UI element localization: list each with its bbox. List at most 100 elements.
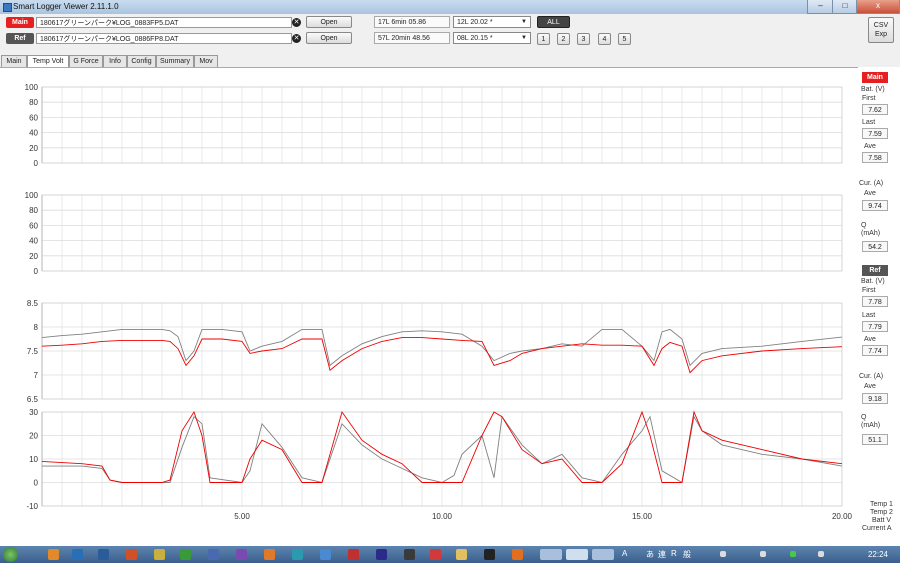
ime-indicator-3[interactable]: 連 <box>658 549 666 560</box>
main-last-value: 7.59 <box>862 128 888 139</box>
app-icon-5[interactable] <box>154 549 165 560</box>
browser-icon[interactable] <box>72 549 83 560</box>
y-tick-label: 20 <box>29 432 38 441</box>
tray-icon-3[interactable] <box>790 551 796 557</box>
ref-badge: Ref <box>862 265 888 276</box>
y-tick-label: 7.5 <box>27 347 39 356</box>
chart-svg[interactable]: 1008060402001008060402008.587.576.530201… <box>0 68 858 547</box>
ref-lap-value: 08L 20.15 * <box>457 35 493 42</box>
lap-button-1[interactable]: 1 <box>537 33 550 45</box>
taskbar: A あ 連 R 般 22:24 <box>0 546 900 563</box>
app-icon-12[interactable] <box>348 549 359 560</box>
main-info: 17L 6min 05.86 <box>374 16 450 28</box>
volume-icon[interactable] <box>818 551 824 557</box>
lap-button-2[interactable]: 2 <box>557 33 570 45</box>
tab-g-force[interactable]: G Force <box>69 55 103 67</box>
ime-indicator-2[interactable]: あ <box>646 549 654 560</box>
ime-indicator-4[interactable]: R <box>671 549 677 558</box>
y-tick-label: 60 <box>29 113 38 122</box>
lap-button-4[interactable]: 4 <box>598 33 611 45</box>
ime-indicator-1[interactable]: A <box>622 549 627 558</box>
firefox-icon[interactable] <box>512 549 523 560</box>
tab-summary[interactable]: Summary <box>156 55 194 67</box>
tray-icon-1[interactable] <box>720 551 726 557</box>
main-last-label: Last <box>862 119 876 126</box>
y-tick-label: 8.5 <box>27 299 39 308</box>
folder-icon[interactable] <box>456 549 467 560</box>
tab-info[interactable]: Info <box>103 55 127 67</box>
ref-last-value: 7.79 <box>862 321 888 332</box>
lap-button-3[interactable]: 3 <box>577 33 590 45</box>
legend-batt-v: Batt V <box>872 517 892 524</box>
start-button-icon[interactable] <box>3 547 18 562</box>
tab-mov[interactable]: Mov <box>194 55 218 67</box>
main-open-button[interactable]: Open <box>306 16 352 28</box>
main-ave-value: 7.58 <box>862 152 888 163</box>
window-title: Smart Logger Viewer 2.11.1.0 <box>13 2 119 11</box>
tab-config[interactable]: Config <box>127 55 156 67</box>
app-icon-7[interactable] <box>208 549 219 560</box>
y-tick-label: 8 <box>34 323 39 332</box>
maximize-button[interactable]: □ <box>832 0 858 14</box>
window-task-3[interactable] <box>592 549 614 560</box>
minimize-button[interactable]: – <box>807 0 834 14</box>
x-tick-label: 15.00 <box>632 512 653 521</box>
ref-tag-button[interactable]: Ref <box>6 33 34 44</box>
ref-q-label: Q (mAh) <box>861 414 881 429</box>
app-icon-8[interactable] <box>236 549 247 560</box>
main-cur-label: Cur. (A) <box>859 180 884 187</box>
y-tick-label: 0 <box>34 267 39 276</box>
ref-open-button[interactable]: Open <box>306 32 352 44</box>
main-q-label: Q (mAh) <box>861 222 881 237</box>
ref-ave-label: Ave <box>864 336 876 343</box>
chrome-icon[interactable] <box>48 549 59 560</box>
window-task-1[interactable] <box>540 549 562 560</box>
y-tick-label: 10 <box>29 455 38 464</box>
app-icon-6[interactable] <box>180 549 191 560</box>
main-q-value: 54.2 <box>862 241 888 252</box>
main-lap-select[interactable]: 12L 20.02 * ▼ <box>453 16 531 28</box>
lap-button-5[interactable]: 5 <box>618 33 631 45</box>
close-button[interactable]: x <box>856 0 900 14</box>
ref-lap-select[interactable]: 08L 20.15 * ▼ <box>453 32 531 44</box>
chart-area[interactable]: 100 80 60 40 20 0 100 80 60 40 20 0 8.5 8 7.5 7 6.5 30 20 1… <box>0 67 858 547</box>
app-icon-13[interactable] <box>376 549 387 560</box>
main-bat-label: Bat. (V) <box>861 86 885 93</box>
app-icon-9[interactable] <box>264 549 275 560</box>
y-tick-label: 30 <box>29 408 38 417</box>
x-tick-label: 5.00 <box>234 512 250 521</box>
y-tick-label: 6.5 <box>27 395 39 404</box>
y-tick-label: -10 <box>26 502 38 511</box>
tray-icon-2[interactable] <box>760 551 766 557</box>
ref-clear-icon[interactable]: ✕ <box>292 34 301 43</box>
app-icon-3[interactable] <box>98 549 109 560</box>
app-icon-4[interactable] <box>126 549 137 560</box>
y-tick-label: 40 <box>29 237 38 246</box>
app-icon-10[interactable] <box>292 549 303 560</box>
window-task-2[interactable] <box>566 549 588 560</box>
ime-indicator-5[interactable]: 般 <box>683 549 691 560</box>
ref-info: 57L 20min 48.56 <box>374 32 450 44</box>
tab-main[interactable]: Main <box>1 55 27 67</box>
y-tick-label: 0 <box>34 159 39 168</box>
main-clear-icon[interactable]: ✕ <box>292 18 301 27</box>
y-tick-label: 20 <box>29 144 38 153</box>
legend-temp2: Temp 2 <box>870 509 893 516</box>
x-tick-label: 10.00 <box>432 512 453 521</box>
app-icon-11[interactable] <box>320 549 331 560</box>
y-tick-label: 7 <box>34 371 39 380</box>
app-icon <box>3 3 12 12</box>
y-tick-label: 100 <box>25 191 39 200</box>
main-tag-button[interactable]: Main <box>6 17 34 28</box>
ref-cur-ave-label: Ave <box>864 383 876 390</box>
legend-current: Current A <box>862 525 892 532</box>
taskbar-clock: 22:24 <box>867 550 888 559</box>
app-icon-14[interactable] <box>404 549 415 560</box>
y-tick-label: 60 <box>29 221 38 230</box>
csv-export-button[interactable]: CSV Exp <box>868 17 894 43</box>
terminal-icon[interactable] <box>484 549 495 560</box>
y-tick-label: 100 <box>25 83 39 92</box>
all-button[interactable]: ALL <box>537 16 570 28</box>
ref-cur-label: Cur. (A) <box>859 373 884 380</box>
app-icon-15[interactable] <box>430 549 441 560</box>
